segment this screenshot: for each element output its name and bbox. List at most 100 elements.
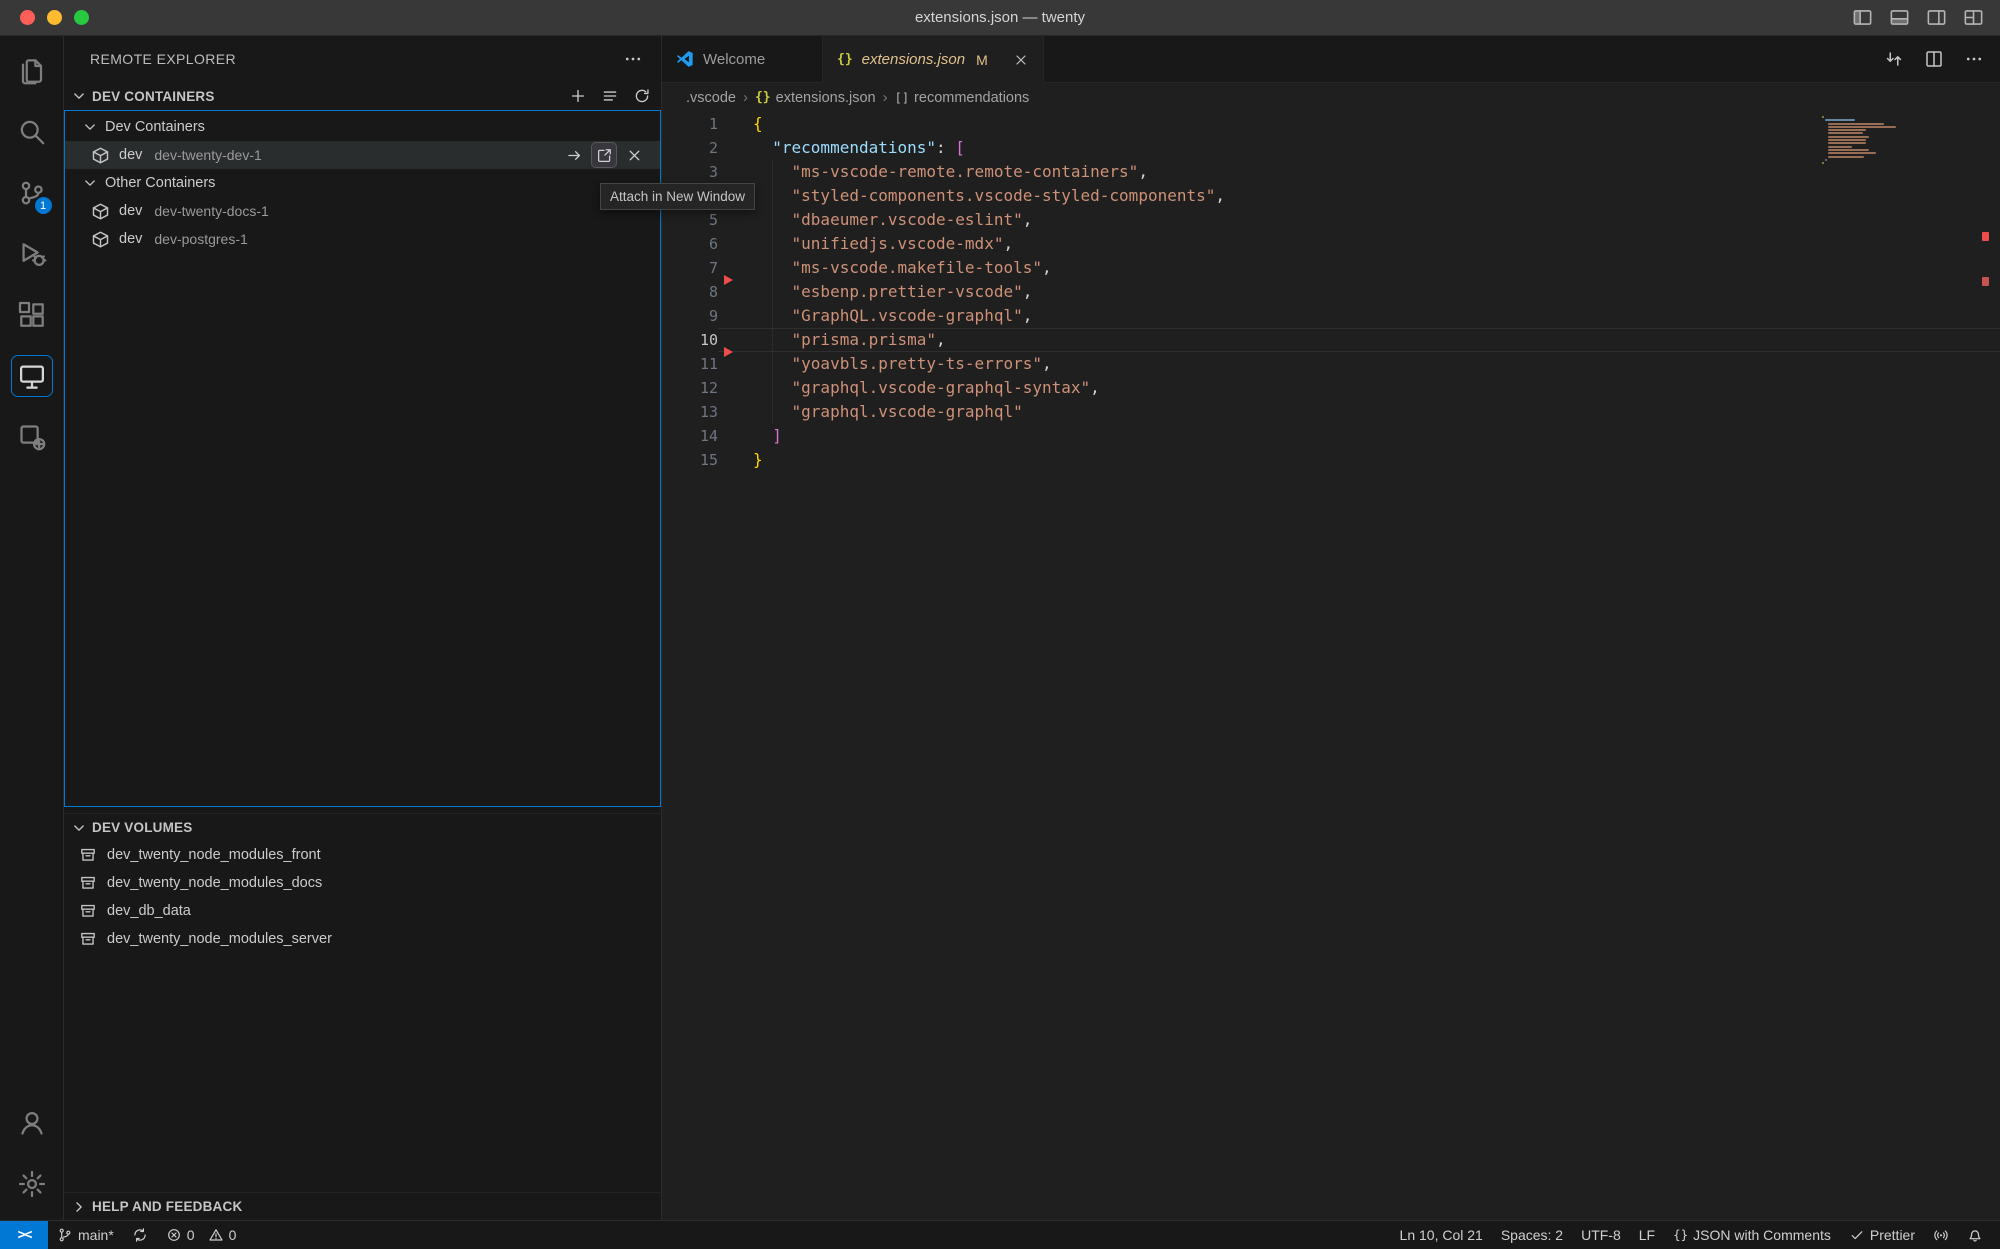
tree-group-other-containers[interactable]: Other Containers — [65, 169, 660, 197]
status-encoding[interactable]: UTF-8 — [1572, 1221, 1630, 1249]
container-list-options-button[interactable] — [601, 87, 619, 105]
breadcrumb-extensions-json[interactable]: {}extensions.json — [755, 90, 876, 106]
code-lines: 1{2 "recommendations": [3 "ms-vscode-rem… — [662, 112, 2000, 472]
status-feedback[interactable] — [1924, 1221, 1958, 1249]
volume-dev-twenty-node-modules-docs[interactable]: dev_twenty_node_modules_docs — [64, 869, 661, 897]
status-sync-button[interactable] — [123, 1221, 157, 1249]
tab-bar: Welcome{}extensions.jsonM — [662, 36, 2000, 83]
code-line-15[interactable]: 15} — [662, 448, 2000, 472]
sync-icon — [132, 1227, 148, 1243]
close-tab-button[interactable] — [1013, 52, 1029, 68]
status-cursor-position[interactable]: Ln 10, Col 21 — [1391, 1221, 1492, 1249]
activity-item-remote-explorer[interactable] — [8, 345, 56, 406]
code-line-10[interactable]: 10 "prisma.prisma", — [662, 328, 2000, 352]
container-item-dev-postgres-1[interactable]: devdev-postgres-1 — [65, 225, 660, 253]
zoom-window-button[interactable] — [74, 10, 89, 25]
code-line-9[interactable]: 9 "GraphQL.vscode-graphql", — [662, 304, 2000, 328]
activity-item-search[interactable] — [8, 101, 56, 162]
close-window-button[interactable] — [20, 10, 35, 25]
views-more-actions-button[interactable] — [623, 49, 643, 69]
toggle-primary-sidebar-icon[interactable] — [1852, 7, 1873, 28]
activity-item-container-tools[interactable] — [8, 406, 56, 467]
tab-extensions-json[interactable]: {}extensions.jsonM — [823, 36, 1044, 83]
code-line-7[interactable]: 7 "ms-vscode.makefile-tools", — [662, 256, 2000, 280]
customize-layout-icon[interactable] — [1963, 7, 1984, 28]
container-item-dev-twenty-docs-1[interactable]: devdev-twenty-docs-1 — [65, 197, 660, 225]
chevron-right-icon — [70, 1198, 88, 1216]
activity-item-extensions[interactable] — [8, 284, 56, 345]
error-icon — [166, 1227, 182, 1243]
warning-icon — [208, 1227, 224, 1243]
breadcrumb-vscode[interactable]: .vscode — [686, 90, 736, 106]
activity-item-run-and-debug[interactable] — [8, 223, 56, 284]
gutter-marker[interactable] — [724, 275, 733, 285]
remote-indicator[interactable]: >< — [0, 1221, 48, 1249]
code-line-1[interactable]: 1{ — [662, 112, 2000, 136]
line-number: 5 — [662, 208, 718, 232]
section-header-help-and-feedback[interactable]: HELP AND FEEDBACK — [64, 1192, 661, 1220]
status-language-mode[interactable]: {}JSON with Comments — [1664, 1221, 1840, 1249]
container-item-dev-twenty-dev-1[interactable]: devdev-twenty-dev-1 — [65, 141, 660, 169]
line-number: 6 — [662, 232, 718, 256]
toggle-secondary-sidebar-icon[interactable] — [1926, 7, 1947, 28]
gutter-marker[interactable] — [724, 347, 733, 357]
activity-bar: 1 — [0, 36, 64, 1220]
volume-dev-twenty-node-modules-front[interactable]: dev_twenty_node_modules_front — [64, 841, 661, 869]
line-number: 7 — [662, 256, 718, 280]
window-controls — [20, 0, 89, 35]
line-text: "esbenp.prettier-vscode", — [718, 280, 2000, 304]
activity-item-settings[interactable] — [8, 1153, 56, 1214]
dev-volumes-list: dev_twenty_node_modules_frontdev_twenty_… — [64, 841, 661, 953]
tab-welcome[interactable]: Welcome — [662, 36, 823, 82]
open-changes-icon[interactable] — [1884, 49, 1904, 69]
activity-item-accounts[interactable] — [8, 1092, 56, 1153]
tree-group-dev-containers[interactable]: Dev Containers — [65, 113, 660, 141]
status-formatter[interactable]: Prettier — [1840, 1221, 1924, 1249]
open-new-window-icon — [596, 147, 613, 164]
check-icon — [1849, 1227, 1865, 1243]
vscode-window: extensions.json — twenty 1 REMOTE EXPLOR… — [0, 0, 2000, 1249]
status-problems[interactable]: 0 0 — [157, 1221, 246, 1249]
section-header-dev-containers[interactable]: DEV CONTAINERS — [64, 82, 661, 110]
stop-container-button[interactable] — [622, 143, 646, 167]
more-actions-icon[interactable] — [1964, 49, 1984, 69]
line-text: "prisma.prisma", — [718, 328, 2000, 352]
code-line-14[interactable]: 14 ] — [662, 424, 2000, 448]
status-indentation[interactable]: Spaces: 2 — [1492, 1221, 1572, 1249]
split-editor-icon[interactable] — [1924, 49, 1944, 69]
refresh-containers-button[interactable] — [633, 87, 651, 105]
code-line-4[interactable]: 4 "styled-components.vscode-styled-compo… — [662, 184, 2000, 208]
activity-item-source-control[interactable]: 1 — [8, 162, 56, 223]
line-text: "graphql.vscode-graphql-syntax", — [718, 376, 2000, 400]
minimize-window-button[interactable] — [47, 10, 62, 25]
attach-container-button[interactable] — [562, 143, 586, 167]
row-actions — [562, 141, 646, 169]
attach-in-new-window-button[interactable] — [592, 143, 616, 167]
breadcrumb-recommendations[interactable]: []recommendations — [895, 90, 1030, 106]
new-dev-container-button[interactable] — [569, 87, 587, 105]
code-line-6[interactable]: 6 "unifiedjs.vscode-mdx", — [662, 232, 2000, 256]
code-line-12[interactable]: 12 "graphql.vscode-graphql-syntax", — [662, 376, 2000, 400]
code-editor[interactable]: 1{2 "recommendations": [3 "ms-vscode-rem… — [662, 112, 2000, 1220]
toggle-panel-icon[interactable] — [1889, 7, 1910, 28]
activity-item-explorer[interactable] — [8, 40, 56, 101]
status-git-branch[interactable]: main* — [48, 1221, 123, 1249]
volume-dev-db-data[interactable]: dev_db_data — [64, 897, 661, 925]
code-line-8[interactable]: 8 "esbenp.prettier-vscode", — [662, 280, 2000, 304]
code-line-5[interactable]: 5 "dbaeumer.vscode-eslint", — [662, 208, 2000, 232]
status-eol[interactable]: LF — [1630, 1221, 1664, 1249]
minimap[interactable] — [1822, 116, 2000, 165]
status-notifications[interactable] — [1958, 1221, 1992, 1249]
git-branch-icon — [57, 1227, 73, 1243]
dev-containers-tree: Dev Containersdevdev-twenty-dev-1Other C… — [64, 110, 661, 807]
code-line-13[interactable]: 13 "graphql.vscode-graphql" — [662, 400, 2000, 424]
code-line-11[interactable]: 11 "yoavbls.pretty-ts-errors", — [662, 352, 2000, 376]
section-header-dev-volumes[interactable]: DEV VOLUMES — [64, 813, 661, 841]
code-line-2[interactable]: 2 "recommendations": [ — [662, 136, 2000, 160]
code-line-3[interactable]: 3 "ms-vscode-remote.remote-containers", — [662, 160, 2000, 184]
titlebar: extensions.json — twenty — [0, 0, 2000, 36]
vscode-logo-icon — [676, 50, 694, 68]
gear-icon — [17, 1169, 47, 1199]
volume-icon — [79, 930, 97, 948]
volume-dev-twenty-node-modules-server[interactable]: dev_twenty_node_modules_server — [64, 925, 661, 953]
